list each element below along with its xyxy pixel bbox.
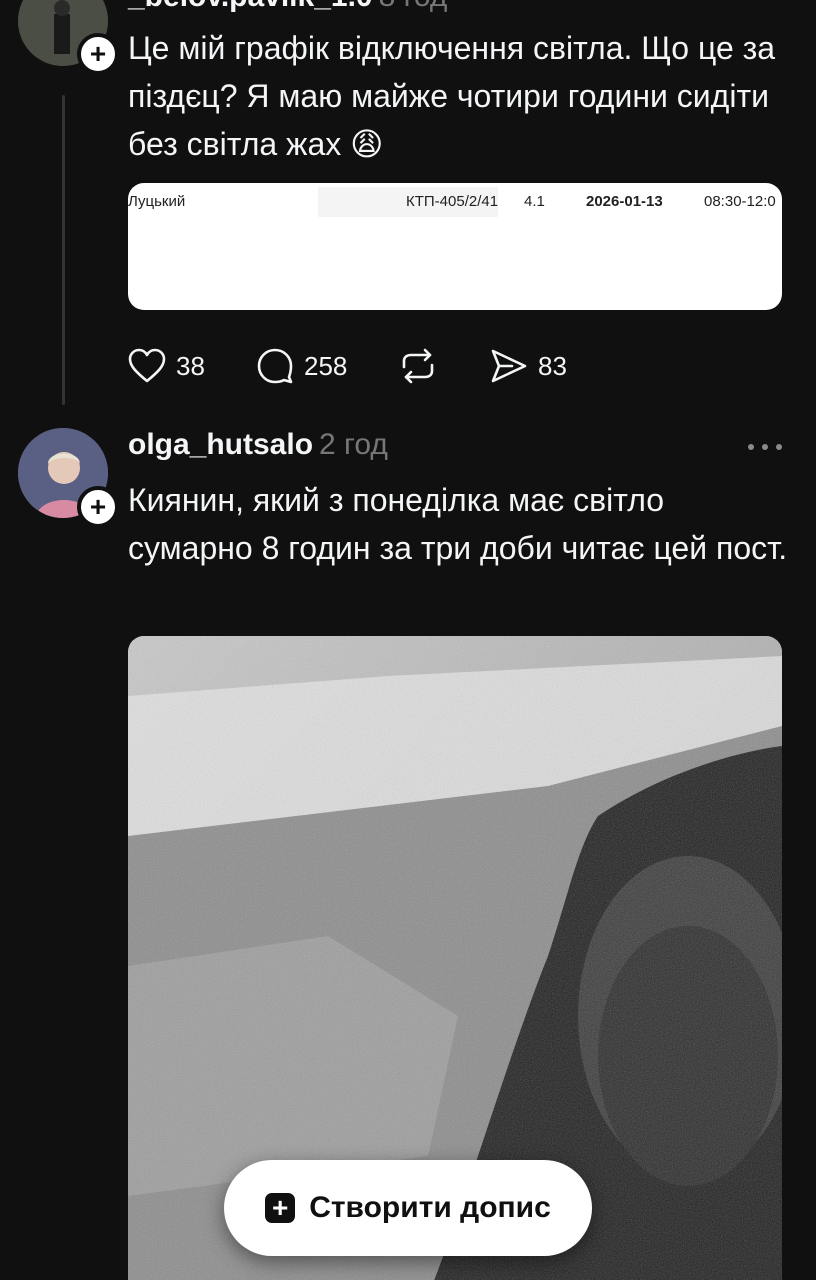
schedule-substation: КТП-405/2/41 <box>406 193 499 210</box>
post-author[interactable]: _belov.pavlik_1.0 8 год <box>128 0 447 14</box>
create-post-label: Створити допис <box>309 1191 551 1224</box>
schedule-date: 2026-01-13 <box>586 193 663 210</box>
schedule-group: 4.1 <box>524 193 545 210</box>
repost-icon <box>402 348 434 384</box>
post-author[interactable]: olga_hutsalo 2 год <box>128 428 388 462</box>
share-button[interactable]: 83 <box>490 342 567 390</box>
more-options-icon[interactable] <box>748 432 782 462</box>
post-author-name[interactable]: _belov.pavlik_1.0 <box>128 0 373 13</box>
post-author-name[interactable]: olga_hutsalo <box>128 428 313 461</box>
create-post-button[interactable]: + Створити допис <box>224 1160 592 1256</box>
like-button[interactable]: 38 <box>128 342 205 390</box>
post-time: 8 год <box>379 0 448 13</box>
thread-line <box>62 95 65 405</box>
send-icon <box>491 349 527 383</box>
comment-icon <box>257 348 293 384</box>
schedule-city: Луцький <box>128 193 186 210</box>
heart-icon <box>128 348 166 383</box>
follow-plus-icon[interactable]: + <box>77 486 119 528</box>
share-count: 83 <box>538 350 567 381</box>
comment-button[interactable]: 258 <box>256 342 347 390</box>
comment-count: 258 <box>304 350 348 381</box>
plus-square-icon: + <box>265 1193 296 1223</box>
repost-button[interactable] <box>398 342 438 390</box>
post-text: Це мій графік відключення світла. Що це … <box>128 30 776 162</box>
like-count: 38 <box>176 350 205 381</box>
schedule-time: 08:30-12:0 <box>704 193 776 210</box>
post-time: 2 год <box>319 428 388 461</box>
post-text: Киянин, який з понеділка має світло сума… <box>128 482 788 566</box>
follow-plus-icon[interactable]: + <box>77 33 119 75</box>
schedule-row: Луцький КТП-405/2/41 4.1 2026-01-13 08:3… <box>128 187 782 221</box>
attached-image[interactable]: Луцький КТП-405/2/41 4.1 2026-01-13 08:3… <box>128 183 782 310</box>
threads-feed: + _belov.pavlik_1.0 8 год Це мій графік в… <box>0 0 816 1280</box>
